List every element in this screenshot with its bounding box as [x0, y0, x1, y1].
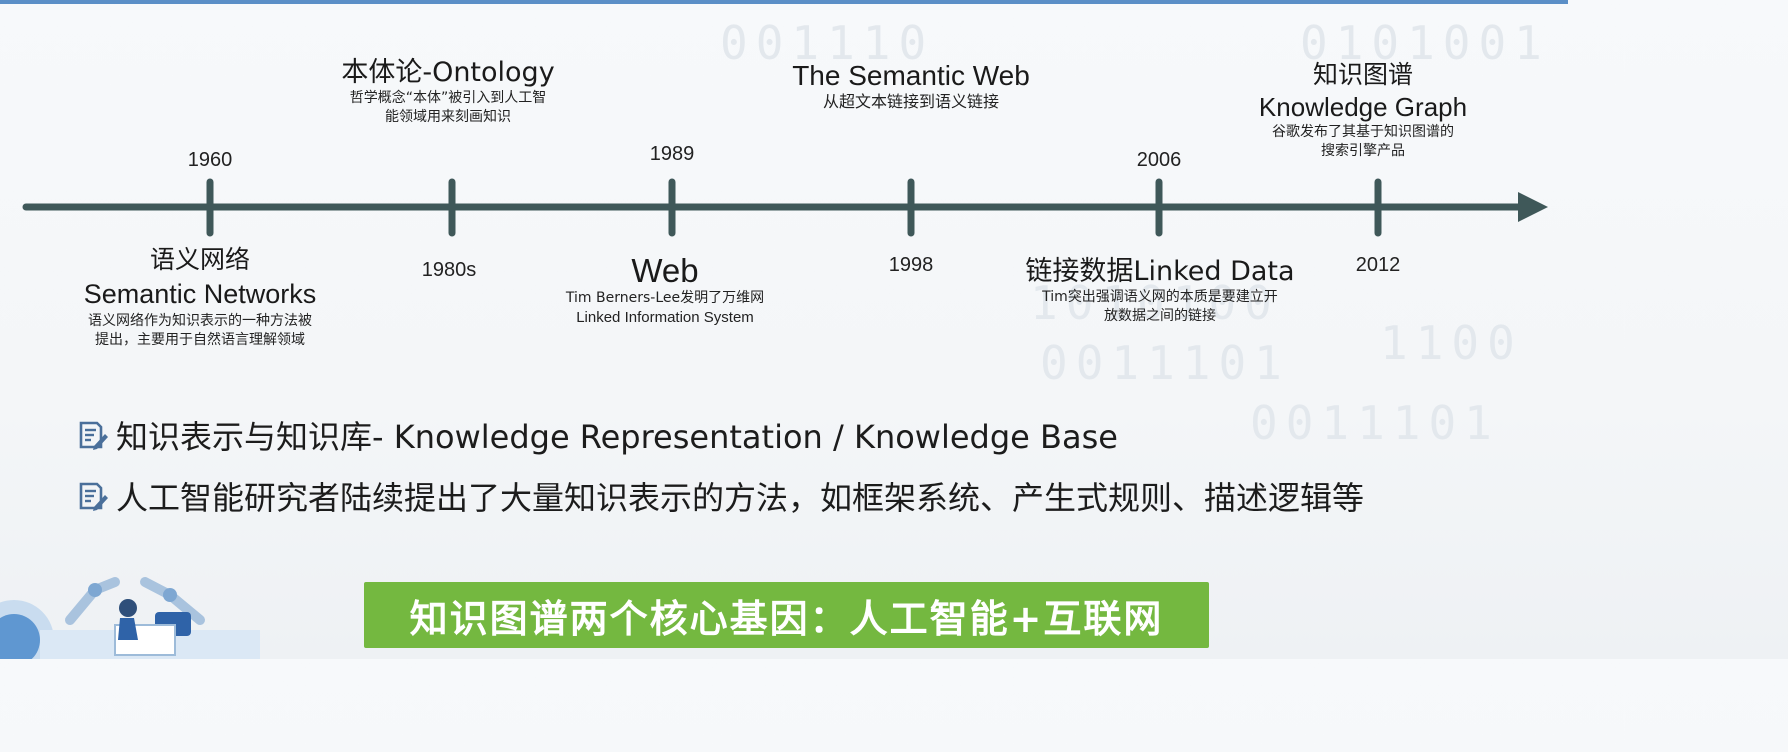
year-label-2012: 2012: [1355, 254, 1401, 276]
event-desc-line: 哲学概念“本体”被引入到人工智: [349, 90, 547, 106]
year-label-2006: 2006: [1136, 149, 1182, 171]
event-desc-line: 放数据之间的链接: [1103, 308, 1216, 324]
event-desc-line: 谷歌发布了其基于知识图谱的: [1271, 124, 1454, 140]
bullet-text: 知识表示与知识库- Knowledge Representation / Kno…: [116, 418, 1118, 456]
event-desc-line: 从超文本链接到语义链接: [822, 92, 999, 111]
year-label-1989: 1989: [649, 143, 695, 165]
event-title: 链接数据Linked Data: [1025, 256, 1295, 287]
event-ontology: 本体论-Ontology 哲学概念“本体”被引入到人工智 能领域用来刻画知识: [341, 57, 554, 127]
event-title: The Semantic Web: [792, 60, 1030, 91]
year-label-1960: 1960: [187, 149, 233, 171]
bullet-item-1: 知识表示与知识库- Knowledge Representation / Kno…: [78, 412, 1118, 458]
document-edit-icon: [79, 421, 108, 450]
bullet-text: 人工智能研究者陆续提出了大量知识表示的方法，如框架系统、产生式规则、描述逻辑等: [116, 479, 1365, 517]
event-web: Web Tim Berners-Lee发明了万维网 Linked Informa…: [566, 253, 764, 327]
year-label-1980s: 1980s: [421, 259, 477, 281]
event-title-en: Knowledge Graph: [1258, 92, 1468, 122]
core-genes-banner: 知识图谱两个核心基因：人工智能+互联网: [364, 582, 1209, 648]
binary-watermark: 0011101: [1250, 396, 1500, 450]
event-desc-line: Tim突出强调语义网的本质是要建立开: [1042, 289, 1278, 305]
document-edit-icon: [79, 482, 108, 511]
event-desc-line: 能领域用来刻画知识: [384, 109, 511, 125]
event-desc-line: Linked Information System: [576, 309, 754, 326]
event-title-en: Semantic Networks: [83, 279, 317, 309]
event-desc-line: 搜索引擎产品: [1320, 143, 1405, 159]
event-title: 本体论-Ontology: [341, 57, 555, 88]
event-desc-line: 提出，主要用于自然语言理解领域: [94, 332, 305, 348]
bullet-item-2: 人工智能研究者陆续提出了大量知识表示的方法，如框架系统、产生式规则、描述逻辑等: [78, 473, 1364, 519]
timeline-arrowhead: [1518, 192, 1548, 222]
event-linked-data: 链接数据Linked Data Tim突出强调语义网的本质是要建立开 放数据之间…: [1025, 256, 1294, 326]
event-desc-line: 语义网络作为知识表示的一种方法被: [87, 313, 312, 329]
event-knowledge-graph: 知识图谱 Knowledge Graph 谷歌发布了其基于知识图谱的 搜索引擎产…: [1259, 59, 1467, 161]
event-title-cn: 语义网络: [149, 245, 251, 274]
year-label-1998: 1998: [888, 254, 934, 276]
event-title-cn: 知识图谱: [1312, 60, 1414, 89]
event-title: Web: [631, 252, 699, 289]
event-desc-line: Tim Berners-Lee发明了万维网: [565, 290, 765, 306]
event-semantic-web: The Semantic Web 从超文本链接到语义链接: [792, 60, 1030, 111]
robot-arm-illustration: [0, 577, 260, 659]
event-semantic-networks: 语义网络 Semantic Networks 语义网络作为知识表示的一种方法被 …: [84, 244, 317, 350]
